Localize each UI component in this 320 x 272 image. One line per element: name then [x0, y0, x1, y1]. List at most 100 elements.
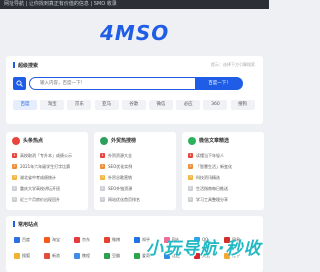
list-item-text: 近三个月房价出现回升 — [20, 197, 60, 202]
list-item[interactable]: 3 湖北省中考成绩统计 — [12, 174, 85, 181]
rank-badge: 1 — [12, 153, 17, 158]
site-link[interactable]: 携程 — [74, 252, 94, 260]
list-item[interactable]: 5 近三个月房价出现回升 — [12, 196, 85, 203]
rank-badge: 2 — [188, 164, 193, 169]
site-link[interactable]: 淘宝 — [44, 236, 64, 244]
list-item-text: 2021年六年级学生打字比赛 — [20, 164, 71, 169]
engine-tab[interactable]: 微信 — [149, 100, 173, 110]
list-item-text: 读懂当下年轻人 — [196, 153, 224, 158]
list-item[interactable]: 1 读懂当下年轻人 — [188, 152, 261, 159]
rank-badge: 2 — [100, 164, 105, 169]
site-favicon-icon — [134, 253, 140, 259]
top-bar-text: 网址导航 | 让你找到真正有价值的信息 | SMO 收录 — [4, 1, 117, 7]
site-favicon-icon — [74, 237, 80, 243]
search-input[interactable]: 输入内容，百度一下！ — [29, 77, 196, 90]
list-item[interactable]: 5 学习工具整理分享 — [188, 196, 261, 203]
rank-badge: 5 — [188, 197, 193, 202]
rank-badge: 3 — [188, 175, 193, 180]
site-label: 百度 — [22, 237, 30, 242]
list-item-text: 湖北省中考成绩统计 — [20, 175, 56, 180]
list-item[interactable]: 4 重庆大学高校讲坛开班 — [12, 185, 85, 192]
search-panel: 超级搜索 提示：选择下方引擎搜索 输入内容，百度一下！ 百度一下！ 百度 淘宝 京东… — [6, 56, 263, 124]
list-item[interactable]: 2 SEO优化实例 — [100, 163, 173, 170]
wechat-icon — [188, 137, 196, 145]
list-item[interactable]: 3 科技资讯精选 — [188, 174, 261, 181]
site-label: 微博 — [112, 237, 120, 242]
rank-badge: 5 — [12, 197, 17, 202]
site-link[interactable]: 微博 — [104, 236, 124, 244]
common-sites-title: 常用站点 — [13, 221, 38, 229]
list-item[interactable]: 2 「智慧生活」新变化 — [188, 163, 261, 170]
engine-tab[interactable]: 京东 — [67, 100, 92, 110]
site-link[interactable]: 新浪 — [44, 252, 64, 260]
rank-badge: 1 — [100, 153, 105, 158]
engine-tab[interactable]: 淘宝 — [40, 100, 65, 110]
engine-tab[interactable]: 谷歌 — [121, 100, 146, 110]
list-item-text: SEO优化实例 — [108, 164, 133, 169]
list-item-text: 重庆大学高校讲坛开班 — [20, 186, 60, 191]
list-item-text: 生活指南每日推送 — [196, 186, 228, 191]
site-favicon-icon — [14, 253, 20, 259]
rank-badge: 3 — [12, 175, 17, 180]
site-link[interactable]: 百度 — [14, 236, 34, 244]
site-label: 新浪 — [52, 253, 60, 258]
wechat-articles-panel: 微信文章精选 1 读懂当下年轻人 2 「智慧生活」新变化 3 科技资讯精选 4 生活指南每日推… — [182, 132, 264, 210]
list-item[interactable]: 2 2021年六年级学生打字比赛 — [12, 163, 85, 170]
engine-tabs: 百度 淘宝 京东 亚马 谷歌 微信 必应 360 搜狗 — [13, 100, 256, 110]
engine-tab[interactable]: 百度 — [13, 100, 37, 110]
site-link[interactable]: 京东 — [74, 236, 94, 244]
site-favicon-icon — [104, 253, 110, 259]
chart-icon — [100, 137, 108, 145]
search-icon — [16, 80, 23, 87]
site-favicon-icon — [44, 253, 50, 259]
search-panel-note: 提示：选择下方引擎搜索 — [211, 62, 255, 67]
site-favicon-icon — [44, 237, 50, 243]
site-label: 京东 — [82, 237, 90, 242]
site-favicon-icon — [134, 237, 140, 243]
site-label: 携程 — [82, 253, 90, 258]
list-item-text: 外贸资源大全 — [108, 153, 132, 158]
list-item-text: 科技资讯精选 — [196, 175, 220, 180]
list-item[interactable]: 4 SEO外链资源 — [100, 185, 173, 192]
list-item[interactable]: 1 高校取消「专升本」成绩公示 — [12, 152, 85, 159]
site-favicon-icon — [14, 237, 20, 243]
rank-badge: 4 — [100, 186, 105, 191]
rank-badge: 2 — [12, 164, 17, 169]
site-logo-text: 4MSO — [100, 21, 170, 45]
site-label: 豆瓣 — [112, 253, 120, 258]
site-logo[interactable]: 4MSO — [100, 22, 170, 44]
rank-badge: 1 — [188, 153, 193, 158]
trade-trends-panel: 外贸热搜榜 1 外贸资源大全 2 SEO优化实例 3 外贸谷歌营销 4 SEO外链资源 5 网站优… — [94, 132, 176, 210]
engine-tab[interactable]: 必应 — [176, 100, 201, 110]
engine-tab[interactable]: 搜狗 — [230, 100, 255, 110]
list-item-text: 「智慧生活」新变化 — [196, 164, 232, 169]
engine-tab[interactable]: 360 — [203, 100, 228, 110]
engine-tab[interactable]: 亚马 — [94, 100, 119, 110]
list-item-text: 网站优化首页排名 — [108, 197, 140, 202]
site-link[interactable]: 豆瓣 — [104, 252, 124, 260]
rank-badge: 3 — [100, 175, 105, 180]
list-item[interactable]: 5 网站优化首页排名 — [100, 196, 173, 203]
rank-badge: 4 — [188, 186, 193, 191]
rank-badge: 4 — [12, 186, 17, 191]
hot-news-panel: 头条热点 1 高校取消「专升本」成绩公示 2 2021年六年级学生打字比赛 3 湖北省中考… — [6, 132, 88, 210]
search-engine-button[interactable] — [13, 77, 26, 90]
search-panel-title: 超级搜索 — [13, 62, 38, 70]
watermark-logo: 小玩导航·秒收 — [146, 238, 267, 262]
list-item-text: SEO外链资源 — [108, 186, 133, 191]
list-item[interactable]: 1 外贸资源大全 — [100, 152, 173, 159]
list-item-text: 学习工具整理分享 — [196, 197, 228, 202]
top-bar: 网址导航 | 让你找到真正有价值的信息 | SMO 收录 — [0, 0, 269, 9]
site-favicon-icon — [104, 237, 110, 243]
site-link[interactable]: 搜狐 — [14, 252, 34, 260]
list-item[interactable]: 3 外贸谷歌营销 — [100, 174, 173, 181]
list-item-text: 高校取消「专升本」成绩公示 — [20, 153, 72, 158]
site-label: 淘宝 — [52, 237, 60, 242]
fire-icon — [12, 137, 20, 145]
search-submit-button[interactable]: 百度一下！ — [196, 77, 243, 90]
list-item[interactable]: 4 生活指南每日推送 — [188, 185, 261, 192]
list-item-text: 外贸谷歌营销 — [108, 175, 132, 180]
watermark-text: 小玩导航·秒收 — [146, 239, 262, 259]
site-favicon-icon — [74, 253, 80, 259]
site-label: 搜狐 — [22, 253, 30, 258]
